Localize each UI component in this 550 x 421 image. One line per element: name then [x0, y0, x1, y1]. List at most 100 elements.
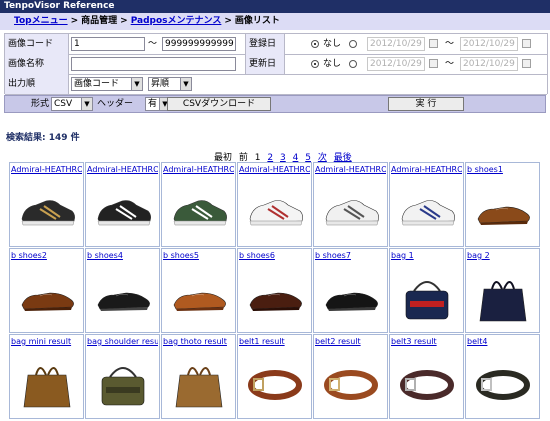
- grid-item: Admiral-HEATHROW: [9, 162, 84, 247]
- grid-item: b shoes1: [465, 162, 540, 247]
- product-thumbnail[interactable]: [16, 179, 78, 241]
- search-row-code: 画像コード 1 〜 999999999999 登録日 なし 2012/10/29…: [5, 34, 547, 55]
- grid-item: belt3 result: [389, 334, 464, 419]
- format-select[interactable]: CSV ▼: [51, 97, 93, 111]
- image-code-label: 画像コード: [5, 34, 69, 54]
- range-separator: 〜: [148, 39, 158, 49]
- product-thumbnail[interactable]: [92, 179, 154, 241]
- grid-item-name-link[interactable]: bag mini result: [11, 336, 82, 347]
- grid-item-name-link[interactable]: Admiral-HEATHROW: [391, 164, 462, 175]
- upd-date-from-input[interactable]: 2012/10/29: [367, 57, 425, 71]
- product-thumbnail[interactable]: [472, 265, 534, 327]
- order-field-select[interactable]: 画像コード ▼: [71, 77, 143, 91]
- product-thumbnail[interactable]: [168, 179, 230, 241]
- grid-item-name-link[interactable]: b shoes7: [315, 250, 386, 261]
- grid-item: bag thoto result: [161, 334, 236, 419]
- grid-item: belt1 result: [237, 334, 312, 419]
- reg-date-none-radio[interactable]: [311, 40, 319, 48]
- grid-item: bag shoulder result: [85, 334, 160, 419]
- search-row-name: 画像名称 更新日 なし 2012/10/29 〜 2012/10/29: [5, 54, 547, 75]
- order-direction-value: 昇順: [151, 79, 170, 89]
- product-thumbnail[interactable]: [16, 351, 78, 413]
- grid-item: belt2 result: [313, 334, 388, 419]
- grid-item: b shoes6: [237, 248, 312, 333]
- product-thumbnail[interactable]: [168, 265, 230, 327]
- grid-item: b shoes7: [313, 248, 388, 333]
- grid-item-name-link[interactable]: b shoes1: [467, 164, 538, 175]
- run-button[interactable]: 実 行: [388, 97, 464, 111]
- grid-item-name-link[interactable]: Admiral-HEATHROW: [87, 164, 158, 175]
- product-thumbnail[interactable]: [16, 265, 78, 327]
- product-thumbnail[interactable]: [92, 351, 154, 413]
- product-thumbnail[interactable]: [396, 351, 458, 413]
- grid-item: b shoes2: [9, 248, 84, 333]
- breadcrumb-current: 画像リスト: [234, 16, 280, 26]
- breadcrumb-top-link[interactable]: Topメニュー: [14, 16, 68, 26]
- grid-item-name-link[interactable]: belt2 result: [315, 336, 386, 347]
- order-field-value: 画像コード: [74, 79, 120, 89]
- grid-item: bag 1: [389, 248, 464, 333]
- chevron-down-icon: ▼: [81, 98, 92, 110]
- product-thumbnail[interactable]: [320, 179, 382, 241]
- grid-item-name-link[interactable]: bag 1: [391, 250, 462, 261]
- breadcrumb-separator: >: [224, 16, 232, 26]
- format-value: CSV: [54, 99, 73, 109]
- reg-date-from-input[interactable]: 2012/10/29: [367, 37, 425, 51]
- grid-item-name-link[interactable]: b shoes4: [87, 250, 158, 261]
- image-code-from-input[interactable]: 1: [71, 37, 145, 51]
- product-thumbnail[interactable]: [244, 179, 306, 241]
- grid-item: Admiral-HEATHROW: [85, 162, 160, 247]
- grid-item: Admiral-HEATHROW: [237, 162, 312, 247]
- csv-download-button[interactable]: CSVダウンロード: [167, 97, 271, 111]
- product-thumbnail[interactable]: [92, 265, 154, 327]
- grid-item-name-link[interactable]: belt1 result: [239, 336, 310, 347]
- range-separator: 〜: [445, 59, 455, 69]
- grid-item: bag 2: [465, 248, 540, 333]
- grid-item-name-link[interactable]: b shoes6: [239, 250, 310, 261]
- grid-item-name-link[interactable]: belt4: [467, 336, 538, 347]
- grid-item-name-link[interactable]: Admiral-HEATHROW: [11, 164, 82, 175]
- result-count: 検索結果: 149 件: [6, 133, 80, 143]
- grid-item-name-link[interactable]: b shoes2: [11, 250, 82, 261]
- grid-item-name-link[interactable]: bag shoulder result: [87, 336, 158, 347]
- image-name-input[interactable]: [71, 57, 236, 71]
- format-label: 形式: [31, 99, 50, 109]
- upd-date-range-radio[interactable]: [349, 60, 357, 68]
- header-value: 有: [148, 99, 158, 109]
- reg-date-none-label: なし: [323, 39, 342, 49]
- product-thumbnail[interactable]: [320, 265, 382, 327]
- reg-date-label: 登録日: [245, 34, 285, 54]
- order-direction-select[interactable]: 昇順 ▼: [148, 77, 192, 91]
- product-thumbnail[interactable]: [168, 351, 230, 413]
- product-thumbnail[interactable]: [244, 351, 306, 413]
- grid-item: Admiral-HEATHROW: [389, 162, 464, 247]
- grid-item: Admiral-HEATHROW: [313, 162, 388, 247]
- grid-item: bag mini result: [9, 334, 84, 419]
- grid-item-name-link[interactable]: Admiral-HEATHROW: [239, 164, 310, 175]
- reg-date-range-radio[interactable]: [349, 40, 357, 48]
- calendar-icon[interactable]: [429, 39, 438, 48]
- upd-date-none-radio[interactable]: [311, 60, 319, 68]
- grid-item-name-link[interactable]: Admiral-HEATHROW: [315, 164, 386, 175]
- grid-item-name-link[interactable]: Admiral-HEATHROW: [163, 164, 234, 175]
- calendar-icon[interactable]: [429, 59, 438, 68]
- calendar-icon[interactable]: [522, 39, 531, 48]
- product-thumbnail[interactable]: [244, 265, 306, 327]
- product-thumbnail[interactable]: [472, 179, 534, 241]
- breadcrumb: Topメニュー > 商品管理 > Padposメンテナンス > 画像リスト: [0, 13, 550, 30]
- grid-item-name-link[interactable]: bag thoto result: [163, 336, 234, 347]
- grid-item-name-link[interactable]: bag 2: [467, 250, 538, 261]
- grid-item-name-link[interactable]: b shoes5: [163, 250, 234, 261]
- chevron-down-icon: ▼: [131, 78, 142, 90]
- grid-item-name-link[interactable]: belt3 result: [391, 336, 462, 347]
- image-code-to-input[interactable]: 999999999999: [162, 37, 236, 51]
- upd-date-to-input[interactable]: 2012/10/29: [460, 57, 518, 71]
- reg-date-to-input[interactable]: 2012/10/29: [460, 37, 518, 51]
- grid-item: belt4: [465, 334, 540, 419]
- breadcrumb-padpos-link[interactable]: Padposメンテナンス: [131, 16, 222, 26]
- product-thumbnail[interactable]: [396, 179, 458, 241]
- product-thumbnail[interactable]: [320, 351, 382, 413]
- product-thumbnail[interactable]: [472, 351, 534, 413]
- product-thumbnail[interactable]: [396, 265, 458, 327]
- calendar-icon[interactable]: [522, 59, 531, 68]
